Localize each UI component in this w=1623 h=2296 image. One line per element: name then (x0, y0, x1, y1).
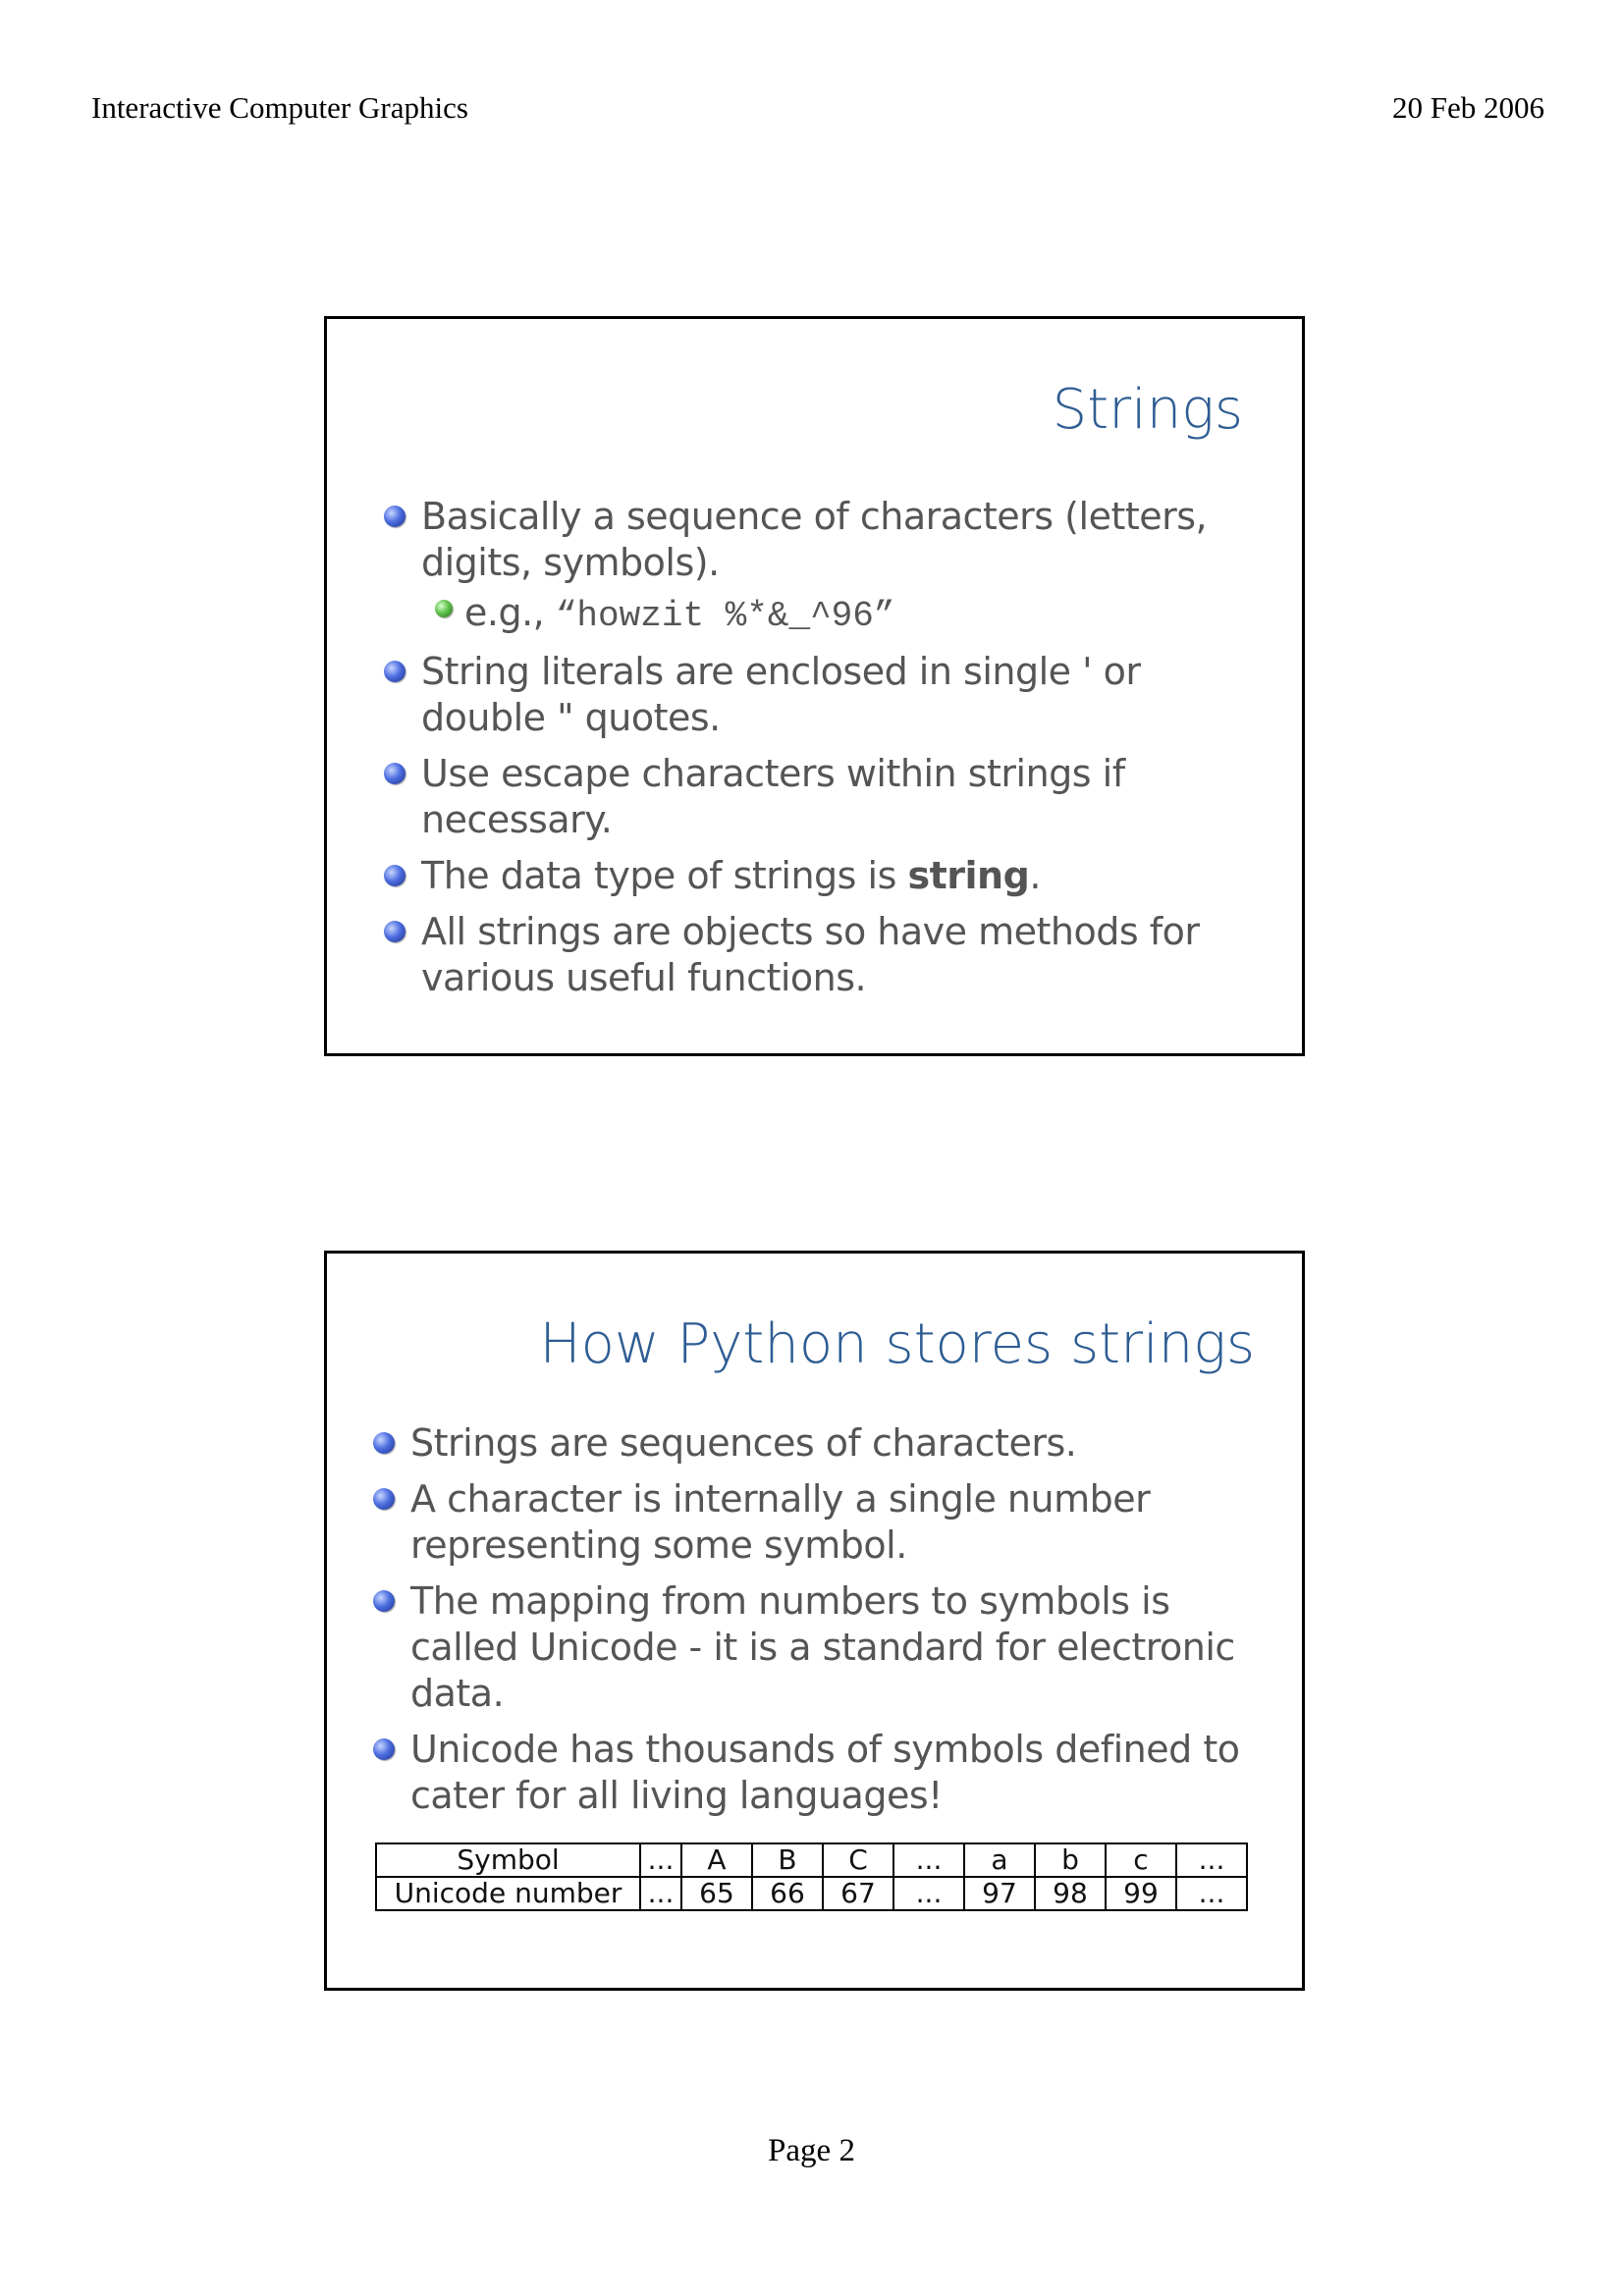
slide-title: How Python stores strings (539, 1312, 1256, 1376)
table-cell: ... (639, 1876, 682, 1911)
row-label: Unicode number (375, 1876, 641, 1911)
bullet-icon (384, 865, 406, 886)
bullet-list: Basically a sequence of characters (lett… (384, 494, 1238, 1011)
bullet-icon (373, 1488, 395, 1510)
table-cell: 98 (1034, 1876, 1107, 1911)
table-cell: 67 (822, 1876, 894, 1911)
bullet-item: Use escape characters within strings if … (384, 751, 1238, 843)
sub-bullet-item: e.g., “howzit %*&_^96” (384, 590, 1238, 639)
table-cell: C (822, 1842, 894, 1878)
bullet-list: Strings are sequences of characters. A c… (373, 1420, 1257, 1829)
header-date: 20 Feb 2006 (1392, 90, 1544, 125)
table-cell: ... (893, 1876, 965, 1911)
table-cell: ... (893, 1842, 965, 1878)
table-cell: b (1034, 1842, 1107, 1878)
bullet-icon (373, 1590, 395, 1612)
bullet-icon (384, 921, 406, 942)
table-row-numbers: Unicode number ... 65 66 67 ... 97 98 99… (375, 1876, 1248, 1911)
bullet-text: Unicode has thousands of symbols defined… (410, 1728, 1240, 1817)
page-number: Page 2 (768, 2133, 855, 2168)
bullet-item: Strings are sequences of characters. (373, 1420, 1257, 1467)
bullet-item: Basically a sequence of characters (lett… (384, 494, 1238, 586)
table-row-symbols: Symbol ... A B C ... a b c ... (375, 1842, 1248, 1878)
table-cell: a (963, 1842, 1036, 1878)
unicode-table: Symbol ... A B C ... a b c ... Unicode n… (375, 1842, 1248, 1911)
table-cell: ... (1175, 1842, 1248, 1878)
bullet-text: All strings are objects so have methods … (421, 910, 1200, 999)
bullet-icon (373, 1738, 395, 1760)
bullet-prefix: e.g., (464, 591, 556, 634)
bullet-suffix: . (1029, 854, 1041, 897)
bullet-icon (373, 1432, 395, 1454)
bullet-text: Basically a sequence of characters (lett… (421, 495, 1208, 584)
slide-title: Strings (1052, 378, 1243, 442)
table-cell: ... (639, 1842, 682, 1878)
table-cell: 65 (680, 1876, 753, 1911)
bullet-icon (384, 763, 406, 784)
slide-python-strings: How Python stores strings Strings are se… (324, 1251, 1305, 1991)
bullet-text: A character is internally a single numbe… (410, 1477, 1151, 1567)
code-example: “howzit %*&_^96” (555, 596, 895, 636)
sub-bullet-icon (435, 600, 453, 617)
table-cell: 97 (963, 1876, 1036, 1911)
bullet-text: Strings are sequences of characters. (410, 1421, 1077, 1465)
bullet-text: String literals are enclosed in single '… (421, 650, 1141, 739)
slide-strings: Strings Basically a sequence of characte… (324, 316, 1305, 1056)
bullet-item: String literals are enclosed in single '… (384, 649, 1238, 741)
bullet-icon (384, 506, 406, 527)
row-label: Symbol (375, 1842, 641, 1878)
bullet-text: The mapping from numbers to symbols is c… (410, 1579, 1235, 1715)
bullet-text: Use escape characters within strings if … (421, 752, 1125, 841)
table-cell: c (1105, 1842, 1177, 1878)
table-cell: A (680, 1842, 753, 1878)
bullet-item: A character is internally a single numbe… (373, 1476, 1257, 1569)
bullet-strong: string (907, 854, 1030, 897)
bullet-item: The data type of strings is string. (384, 853, 1238, 899)
table-cell: ... (1175, 1876, 1248, 1911)
bullet-item: Unicode has thousands of symbols defined… (373, 1727, 1257, 1819)
course-title: Interactive Computer Graphics (91, 90, 468, 125)
table-cell: 99 (1105, 1876, 1177, 1911)
bullet-item: All strings are objects so have methods … (384, 909, 1238, 1001)
table-cell: 66 (751, 1876, 824, 1911)
bullet-icon (384, 661, 406, 682)
page-header: Interactive Computer Graphics 20 Feb 200… (91, 90, 1544, 130)
bullet-prefix: The data type of strings is (421, 854, 908, 897)
bullet-item: The mapping from numbers to symbols is c… (373, 1578, 1257, 1717)
table-cell: B (751, 1842, 824, 1878)
